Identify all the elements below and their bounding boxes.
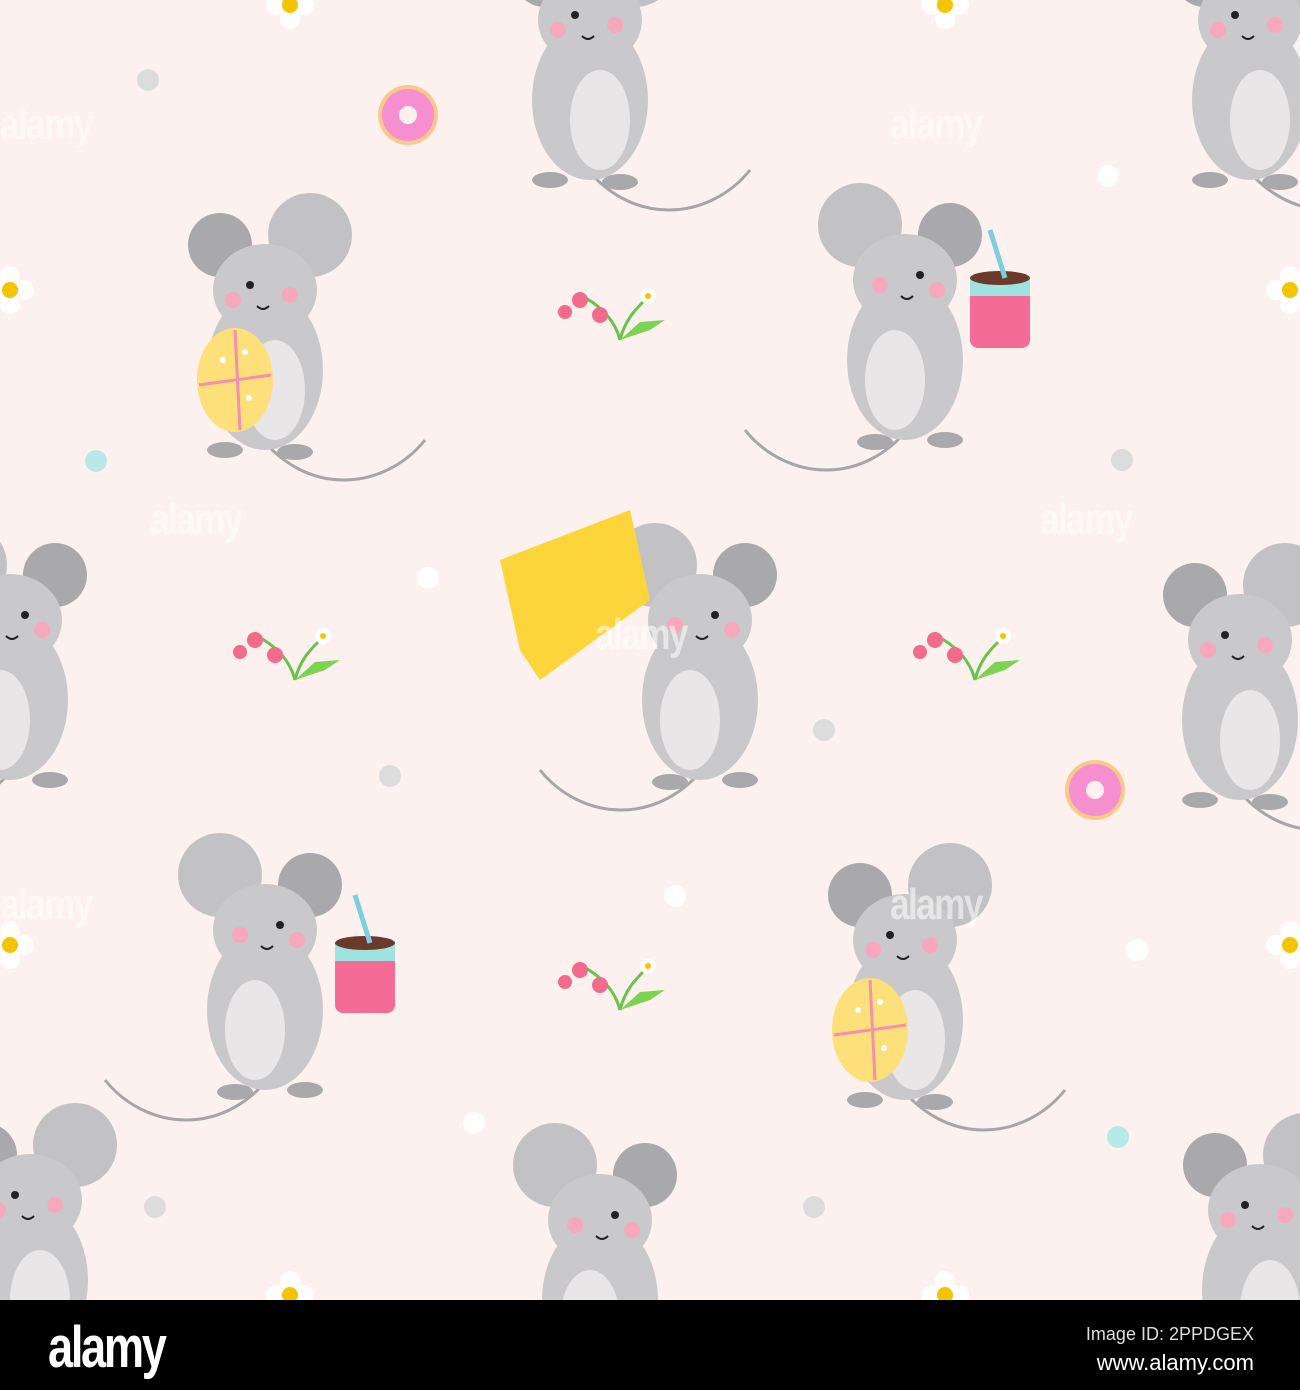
confetti-dot [1126, 939, 1148, 961]
strawberry-plant-icon [556, 286, 667, 342]
mouse-partial [1181, 1111, 1300, 1300]
watermark: alamy [890, 100, 983, 149]
daisy-icon [266, 1271, 314, 1300]
watermark: alamy [890, 880, 983, 929]
daisy-icon [921, 0, 969, 29]
daisy-icon [0, 266, 34, 314]
daisy-icon [921, 1271, 969, 1300]
easter-egg-icon [830, 976, 910, 1084]
footer-bar: alamy Image ID: 2PPDGEX www.alamy.com [0, 1300, 1300, 1390]
image-id: Image ID: 2PPDGEX [1085, 1324, 1254, 1344]
watermark: alamy [595, 610, 688, 659]
confetti-dot [1107, 1126, 1129, 1148]
confetti-dot [417, 567, 439, 589]
confetti-dot [1111, 449, 1133, 471]
mouse-with-cup [743, 181, 984, 472]
website-url: www.alamy.com [1096, 1350, 1254, 1375]
confetti-dot [803, 1196, 825, 1218]
confetti-dot [1097, 165, 1119, 187]
easter-egg-icon [195, 326, 275, 434]
confetti-dot [813, 719, 835, 741]
alamy-logo: alamy [48, 1315, 167, 1380]
mouse-partial [1171, 0, 1300, 212]
daisy-icon [1266, 921, 1300, 969]
mouse-with-cup [103, 831, 344, 1122]
daisy-icon [1266, 266, 1300, 314]
watermark: alamy [1040, 495, 1133, 544]
confetti-dot [664, 885, 686, 907]
watermark: alamy [0, 100, 93, 149]
mouse-partial [511, 0, 752, 212]
mouse-partial [1161, 541, 1300, 832]
watermark: alamy [150, 495, 243, 544]
mouse-partial [438, 1121, 679, 1300]
confetti-dot [144, 1196, 166, 1218]
confetti-dot [463, 1112, 485, 1134]
confetti-dot [137, 69, 159, 91]
confetti-dot [379, 765, 401, 787]
strawberry-plant-icon [911, 626, 1022, 682]
mouse-partial [0, 521, 89, 812]
cup-icon [335, 895, 395, 1013]
donut-icon [378, 85, 438, 145]
watermark: alamy [0, 880, 93, 929]
confetti-dot [85, 450, 107, 472]
mouse-pattern-illustration: alamy alamy alamy alamy alamy alamy alam… [0, 0, 1300, 1300]
donut-icon [1065, 760, 1125, 820]
strawberry-plant-icon [231, 626, 342, 682]
strawberry-plant-icon [556, 956, 667, 1012]
daisy-icon [266, 0, 314, 29]
